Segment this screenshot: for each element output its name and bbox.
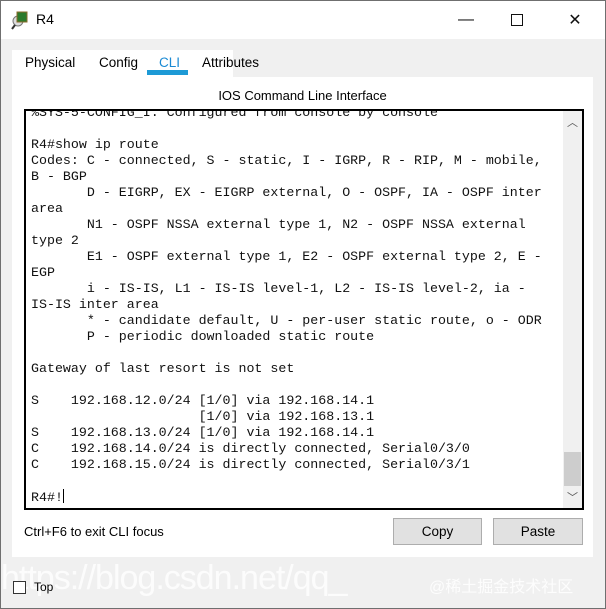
scroll-down-icon[interactable]: ﹀ [563,489,582,506]
terminal-line: IS-IS inter area [31,297,159,312]
cli-terminal[interactable]: %SYS-5-CONFIG_I: Configured from console… [24,109,584,510]
terminal-line: %SYS-5-CONFIG_I: Configured from console… [31,109,438,120]
watermark-site: @稀土掘金技术社区 [429,579,574,596]
terminal-line: B - BGP [31,169,87,184]
tab-bar: Physical Config CLI Attributes [12,50,259,77]
title-bar: R4 — ✕ [1,1,605,39]
terminal-line: S 192.168.12.0/24 [1/0] via 192.168.14.1 [31,393,375,408]
terminal-scrollbar[interactable]: ︿ ﹀ [563,111,582,508]
close-icon: ✕ [568,12,582,29]
top-checkbox[interactable] [13,581,26,594]
router-app-icon [11,11,28,30]
paste-button[interactable]: Paste [493,518,583,545]
cli-heading: IOS Command Line Interface [218,88,387,103]
cli-focus-hint: Ctrl+F6 to exit CLI focus [24,524,164,539]
terminal-line: area [31,201,63,216]
terminal-line: P - periodic downloaded static route [31,329,375,344]
copy-button[interactable]: Copy [393,518,482,545]
minimize-button[interactable]: — [443,1,489,39]
close-button[interactable]: ✕ [552,1,598,39]
tab-physical[interactable]: Physical [25,55,75,70]
terminal-line: * - candidate default, U - per-user stat… [31,313,542,328]
top-label: Top [34,580,54,594]
terminal-line: C 192.168.15.0/24 is directly connected,… [31,457,470,472]
terminal-line: Codes: C - connected, S - static, I - IG… [31,153,542,168]
terminal-line: type 2 [31,233,79,248]
tab-attributes[interactable]: Attributes [202,55,259,70]
terminal-line: Gateway of last resort is not set [31,361,295,376]
terminal-line: EGP [31,265,55,280]
maximize-button[interactable] [494,1,540,39]
terminal-line: [1/0] via 192.168.13.1 [31,409,375,424]
scrollbar-thumb[interactable] [564,452,581,486]
terminal-line: D - EIGRP, EX - EIGRP external, O - OSPF… [31,185,542,200]
tab-cli[interactable]: CLI [159,55,180,70]
terminal-line: E1 - OSPF external type 1, E2 - OSPF ext… [31,249,542,264]
terminal-line: R4#! [31,489,64,505]
minimize-icon: — [458,11,474,28]
terminal-line: C 192.168.14.0/24 is directly connected,… [31,441,470,456]
terminal-output: %SYS-5-CONFIG_I: Configured from console… [31,109,542,506]
maximize-icon [511,14,523,26]
terminal-line: N1 - OSPF NSSA external type 1, N2 - OSP… [31,217,526,232]
cli-panel: IOS Command Line Interface %SYS-5-CONFIG… [12,77,593,557]
window-title: R4 [36,11,54,27]
tab-config[interactable]: Config [99,55,138,70]
terminal-line: S 192.168.13.0/24 [1/0] via 192.168.14.1 [31,425,375,440]
active-tab-indicator [147,70,188,75]
terminal-line: i - IS-IS, L1 - IS-IS level-1, L2 - IS-I… [31,281,526,296]
terminal-line: R4#show ip route [31,137,159,152]
text-cursor [62,489,64,503]
scroll-up-icon[interactable]: ︿ [563,114,582,131]
